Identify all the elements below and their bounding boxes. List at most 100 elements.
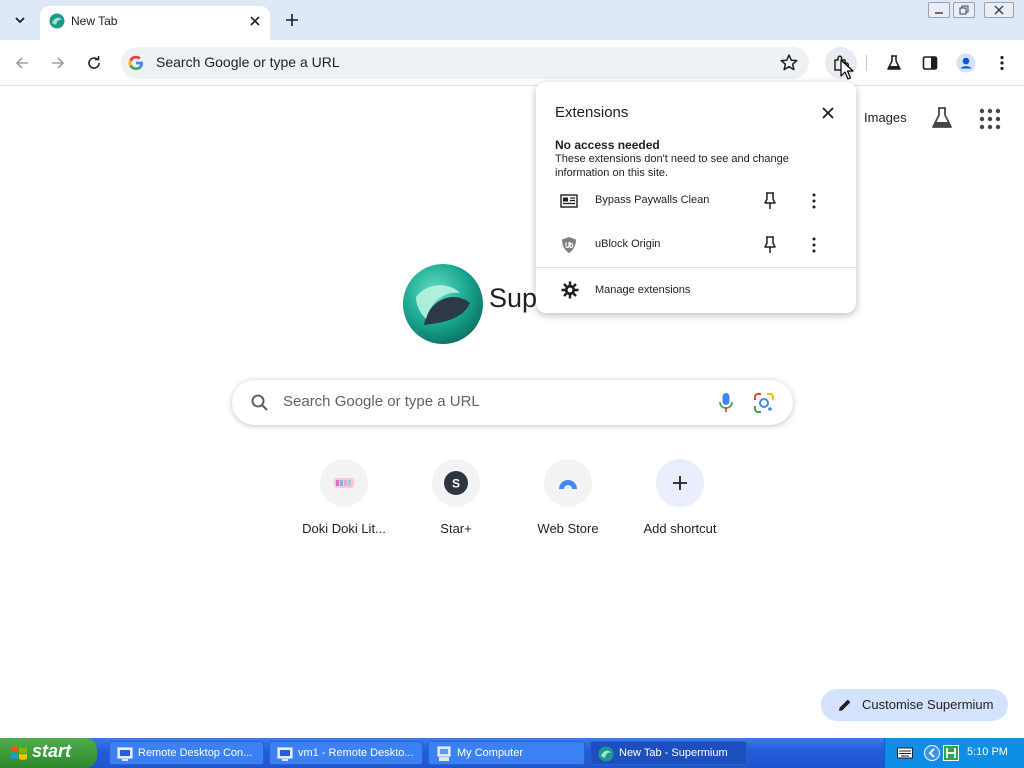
customise-label: Customise Supermium [862, 697, 994, 712]
popup-divider [536, 267, 856, 268]
reload-icon [88, 56, 100, 69]
search-icon [251, 394, 268, 411]
shortcut-label: Star+ [440, 521, 472, 536]
close-icon [822, 107, 834, 119]
shortcut-letter: S [452, 477, 460, 491]
microphone-icon[interactable] [716, 392, 736, 414]
windows-flag-icon [11, 746, 27, 760]
shortcut-icon-circle [544, 459, 592, 507]
close-icon [250, 16, 260, 26]
google-lens-icon[interactable] [753, 392, 775, 414]
profile-button[interactable] [954, 51, 978, 75]
forward-button[interactable] [46, 51, 70, 75]
more-vertical-icon[interactable] [805, 235, 823, 255]
pin-icon[interactable] [761, 191, 779, 211]
browser-window: New Tab Search Google or type a URL Imag… [0, 0, 1024, 768]
remote-desktop-icon [277, 747, 293, 761]
images-link[interactable]: Images [864, 110, 907, 125]
gear-icon [561, 281, 579, 299]
ublock-shield-icon [562, 237, 576, 253]
flask-icon[interactable] [930, 106, 954, 130]
remote-desktop-icon [117, 747, 133, 761]
taskbar-item-label: vm1 - Remote Deskto... [298, 747, 414, 759]
tab-search-button[interactable] [8, 8, 32, 32]
extensions-popup: Extensions No access needed These extens… [536, 82, 856, 313]
tab-close-button[interactable] [246, 12, 264, 30]
star-plus-letter-icon: S [444, 471, 468, 495]
plus-icon [286, 14, 298, 26]
side-panel-button[interactable] [918, 51, 942, 75]
extension-name: uBlock Origin [595, 238, 661, 250]
toolbar-divider [866, 55, 867, 71]
shortcut-label: Doki Doki Lit... [302, 521, 386, 536]
shortcut-tile[interactable]: S Star+ [400, 459, 512, 543]
address-bar-text: Search Google or type a URL [156, 54, 340, 70]
taskbar-item-label: My Computer [457, 747, 524, 759]
shortcut-label: Web Store [537, 521, 599, 536]
section-heading: No access needed [555, 138, 660, 152]
start-button[interactable]: start [0, 738, 97, 768]
taskbar-item-label: New Tab - Supermium [619, 747, 728, 759]
computer-icon [437, 746, 451, 761]
search-placeholder: Search Google or type a URL [283, 393, 480, 410]
reload-button[interactable] [82, 51, 106, 75]
tab-strip: New Tab [0, 0, 1024, 40]
browser-toolbar: Search Google or type a URL [0, 40, 1024, 86]
google-g-icon [128, 55, 143, 70]
popup-close-button[interactable] [818, 103, 838, 123]
address-bar[interactable]: Search Google or type a URL [121, 47, 809, 79]
chevron-left-icon[interactable] [924, 745, 940, 761]
pin-icon[interactable] [761, 235, 779, 255]
apps-grid-icon[interactable] [979, 108, 1001, 130]
tray-app-icon[interactable] [943, 745, 959, 761]
more-vertical-icon [1000, 55, 1004, 71]
taskbar-item-label: Remote Desktop Con... [138, 747, 253, 759]
add-shortcut-tile[interactable]: Add shortcut [624, 459, 736, 543]
mouse-cursor-icon [840, 59, 854, 80]
keyboard-icon[interactable] [897, 746, 913, 760]
arrow-right-icon [52, 57, 65, 69]
extension-item[interactable]: Bypass Paywalls Clean [536, 181, 856, 221]
shortcut-icon-circle: S [432, 459, 480, 507]
search-box[interactable]: Search Google or type a URL [232, 380, 793, 425]
window-minimize-button[interactable] [928, 2, 950, 18]
arrow-left-icon [15, 57, 28, 69]
supermium-icon [598, 746, 614, 762]
bookmark-star-icon[interactable] [779, 53, 799, 73]
browser-menu-button[interactable] [990, 51, 1014, 75]
shortcut-tile[interactable]: Doki Doki Lit... [288, 459, 400, 543]
popup-title: Extensions [555, 104, 629, 121]
restore-icon [959, 5, 969, 15]
start-label: start [32, 741, 72, 761]
clock: 5:10 PM [967, 746, 1008, 758]
more-vertical-icon[interactable] [805, 191, 823, 211]
new-tab-button[interactable] [281, 9, 303, 31]
pencil-icon [839, 699, 851, 711]
avatar-icon [956, 53, 976, 73]
manage-extensions-item[interactable]: Manage extensions [536, 270, 856, 310]
shortcut-icon-circle [320, 459, 368, 507]
shortcut-label: Add shortcut [643, 521, 717, 536]
doki-doki-favicon [334, 478, 354, 488]
web-store-icon [559, 480, 577, 489]
system-tray: 5:10 PM [884, 738, 1024, 768]
flask-icon [887, 55, 901, 70]
minimize-icon [935, 12, 943, 14]
taskbar-item[interactable]: Remote Desktop Con... [109, 741, 264, 765]
taskbar-item[interactable]: vm1 - Remote Deskto... [269, 741, 423, 765]
newspaper-icon [560, 194, 578, 208]
taskbar-item[interactable]: My Computer [428, 741, 585, 765]
extension-item[interactable]: uBlock Origin [536, 225, 856, 265]
window-restore-button[interactable] [953, 2, 975, 18]
manage-extensions-label: Manage extensions [595, 284, 691, 296]
shortcut-icon-circle [656, 459, 704, 507]
supermium-favicon-icon [49, 13, 65, 29]
tab-title: New Tab [71, 14, 118, 28]
window-close-button[interactable] [984, 2, 1014, 18]
customise-button[interactable]: Customise Supermium [821, 689, 1008, 721]
tab-new-tab[interactable]: New Tab [40, 6, 270, 40]
labs-button[interactable] [882, 51, 906, 75]
taskbar-item-active[interactable]: New Tab - Supermium [590, 741, 747, 765]
back-button[interactable] [10, 51, 34, 75]
shortcut-tile[interactable]: Web Store [512, 459, 624, 543]
